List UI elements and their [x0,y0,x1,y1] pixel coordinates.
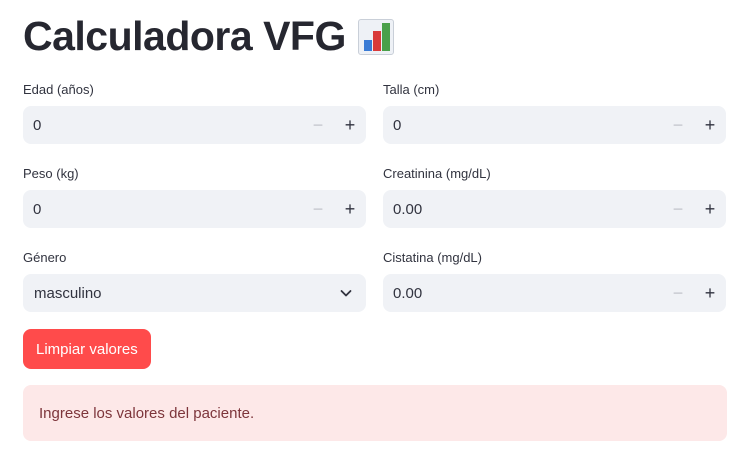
creatinina-increment-button[interactable]: + [694,190,726,228]
alert-text: Ingrese los valores del paciente. [39,404,255,422]
creatinina-value[interactable]: 0.00 [383,201,662,218]
cistatina-label: Cistatina (mg/dL) [383,250,482,265]
edad-number-input[interactable]: 0 − + [23,106,366,144]
talla-decrement-button[interactable]: − [662,106,694,144]
cistatina-value[interactable]: 0.00 [383,285,662,302]
genero-selected-value[interactable]: masculino [23,285,326,302]
cistatina-decrement-button[interactable]: − [662,274,694,312]
talla-value[interactable]: 0 [383,117,662,134]
cistatina-number-input[interactable]: 0.00 − + [383,274,726,312]
edad-value[interactable]: 0 [23,117,302,134]
peso-decrement-button[interactable]: − [302,190,334,228]
edad-decrement-button[interactable]: − [302,106,334,144]
creatinina-label: Creatinina (mg/dL) [383,166,491,181]
peso-value[interactable]: 0 [23,201,302,218]
bar-chart-icon [357,19,394,55]
creatinina-decrement-button[interactable]: − [662,190,694,228]
cistatina-increment-button[interactable]: + [694,274,726,312]
clear-values-button[interactable]: Limpiar valores [23,329,151,369]
talla-increment-button[interactable]: + [694,106,726,144]
talla-label: Talla (cm) [383,82,440,97]
peso-number-input[interactable]: 0 − + [23,190,366,228]
peso-increment-button[interactable]: + [334,190,366,228]
talla-number-input[interactable]: 0 − + [383,106,726,144]
genero-select[interactable]: masculino [23,274,366,312]
page-title: Calculadora VFG [23,8,394,64]
genero-label: Género [23,250,67,265]
edad-increment-button[interactable]: + [334,106,366,144]
creatinina-number-input[interactable]: 0.00 − + [383,190,726,228]
chevron-down-icon[interactable] [326,274,366,312]
edad-label: Edad (años) [23,82,94,97]
page-title-text: Calculadora VFG [23,12,346,59]
peso-label: Peso (kg) [23,166,79,181]
error-alert: Ingrese los valores del paciente. [23,385,727,441]
